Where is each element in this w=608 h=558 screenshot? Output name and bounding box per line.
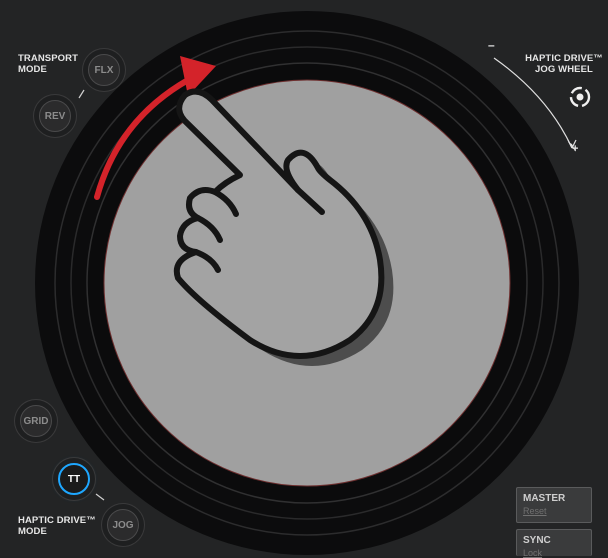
circular-arrows-icon: [569, 86, 591, 108]
tt-button[interactable]: TT: [58, 463, 90, 495]
grid-button[interactable]: GRID: [20, 405, 52, 437]
haptic-drive-mode-label: HAPTIC DRIVE™ MODE: [18, 515, 96, 537]
rev-button[interactable]: REV: [39, 100, 71, 132]
flx-button[interactable]: FLX: [88, 54, 120, 86]
haptic-jog-wheel-label-line1: HAPTIC DRIVE™: [525, 53, 603, 64]
jog-button[interactable]: JOG: [107, 509, 139, 541]
haptic-drive-mode-label-line1: HAPTIC DRIVE™: [18, 515, 96, 526]
haptic-jog-wheel-label: HAPTIC DRIVE™ JOG WHEEL: [520, 53, 608, 75]
transport-mode-label-line1: TRANSPORT: [18, 53, 79, 64]
jog-plus-label: +: [572, 143, 579, 155]
master-button-label: MASTER: [523, 493, 566, 504]
master-button-sublabel: Reset: [523, 506, 547, 516]
connector-line: [78, 89, 85, 99]
sync-button[interactable]: SYNC Lock: [516, 529, 592, 558]
transport-mode-label: TRANSPORT MODE: [18, 53, 78, 75]
jog-minus-label: –: [488, 38, 495, 52]
sync-button-label: SYNC: [523, 535, 551, 546]
haptic-drive-mode-label-line2: MODE: [18, 526, 47, 537]
jog-wheel[interactable]: [0, 0, 608, 556]
sync-button-sublabel: Lock: [523, 548, 543, 558]
connector-line: [95, 493, 105, 501]
transport-mode-label-line2: MODE: [18, 64, 47, 75]
haptic-jog-wheel-label-line2: JOG WHEEL: [535, 64, 593, 75]
master-button[interactable]: MASTER Reset: [516, 487, 592, 523]
